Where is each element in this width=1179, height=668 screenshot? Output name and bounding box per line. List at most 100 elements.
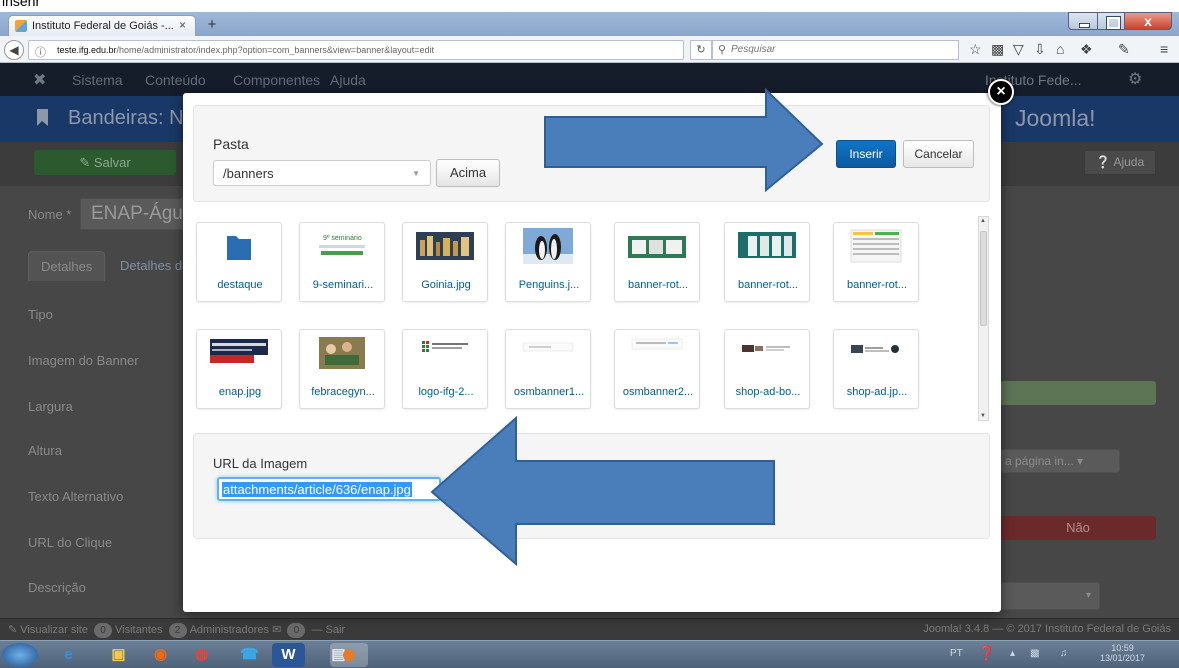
joomla-favicon-icon (15, 20, 27, 32)
status-left: ✎ Visualizar site 0 Visitantes 2 Administr… (8, 623, 346, 638)
start-button[interactable] (2, 643, 38, 667)
admins-label: Administradores (189, 624, 270, 636)
chevron-down-icon: ▼ (412, 169, 420, 178)
browser-tab[interactable]: Instituto Federal de Goiás -... × (8, 15, 196, 36)
insert-button[interactable]: Inserir (836, 140, 896, 168)
mail-icon: ✉ (272, 624, 282, 636)
media-item[interactable]: banner-rot... (614, 222, 700, 302)
media-item-destaque[interactable]: destaque (196, 222, 282, 302)
word-icon[interactable]: W (272, 643, 305, 667)
field-label-imagem: Imagem do Banner (28, 353, 139, 368)
logout-icon: — (311, 624, 323, 636)
joomla-brand: Joomla! (1015, 105, 1096, 131)
minimize-button[interactable] (1068, 12, 1098, 30)
folder-icon (227, 236, 251, 260)
banner-thumbnail (738, 232, 796, 258)
goiania-thumbnail (416, 232, 474, 260)
media-item-label: shop-ad-bo... (735, 386, 801, 398)
shop-ad-thumbnail (851, 345, 899, 353)
gear-icon[interactable]: ⚙ (1128, 69, 1142, 89)
media-player-icon[interactable]: ◉ (144, 643, 177, 667)
media-item-label: banner-rot... (847, 279, 907, 291)
downloads-icon[interactable]: ⇩ (1034, 41, 1046, 58)
info-icon[interactable]: ⓘ (35, 44, 46, 60)
media-item[interactable]: banner-rot... (724, 222, 810, 302)
media-item-label: shop-ad.jp... (846, 386, 908, 398)
chrome-icon[interactable]: ◍ (185, 643, 218, 667)
help-button[interactable]: ❔ Ajuda (1084, 150, 1156, 175)
scroll-up-icon[interactable]: ▲ (980, 218, 986, 224)
skype-icon[interactable]: ☎ (233, 643, 266, 667)
logo-ifg-thumbnail (422, 341, 468, 352)
menu-icon[interactable]: ≡ (1160, 41, 1168, 57)
pocket-icon[interactable]: ▽ (1013, 41, 1024, 58)
reading-list-icon[interactable]: ▩ (991, 41, 1004, 58)
media-item[interactable]: 9º seminário 9-seminari... (299, 222, 385, 302)
media-item[interactable]: shop-ad.jp... (833, 329, 919, 409)
status-bar-green[interactable] (1000, 381, 1156, 405)
category-select[interactable]: ▾ (1000, 582, 1100, 610)
media-item[interactable]: Goinia.jpg (402, 222, 488, 302)
menu-componentes[interactable]: Componentes (233, 72, 320, 88)
modal-close-button[interactable]: × (988, 79, 1014, 105)
media-item-label: banner-rot... (738, 279, 798, 291)
media-item[interactable]: Penguins.j... (505, 222, 591, 302)
media-item[interactable]: enap.jpg (196, 329, 282, 409)
tray-arrow-icon[interactable]: ▴ (1010, 648, 1015, 659)
joomla-logo-icon[interactable]: ✖ (33, 70, 46, 90)
folder-select[interactable]: /banners ▼ (213, 160, 431, 186)
menu-ajuda[interactable]: Ajuda (330, 72, 366, 88)
svg-text:9º seminário: 9º seminário (323, 235, 362, 242)
menu-conteudo[interactable]: Conteúdo (145, 72, 206, 88)
save-button[interactable]: ✎ Salvar (34, 150, 176, 175)
scrollbar-thumb[interactable] (980, 231, 987, 326)
maximize-button[interactable] (1097, 12, 1125, 30)
media-item[interactable]: febracegyn... (299, 329, 385, 409)
target-select[interactable]: a página in... ▾ (1000, 449, 1120, 473)
menu-sistema[interactable]: Sistema (72, 72, 123, 88)
logout-link[interactable]: Sair (326, 624, 346, 636)
firefox-icon[interactable]: ◉ (330, 643, 368, 667)
penguins-thumbnail (523, 228, 573, 264)
pen-icon[interactable]: ✎ (1118, 41, 1130, 58)
bookmark-star-icon[interactable]: ☆ (969, 41, 982, 58)
media-item[interactable]: banner-rot... (833, 222, 919, 302)
grid-scrollbar[interactable]: ▲ ▼ (978, 216, 989, 421)
no-toggle[interactable]: Não (1000, 516, 1156, 540)
media-item[interactable]: logo-ifg-2... (402, 329, 488, 409)
clock-time: 10:59 (1111, 643, 1134, 653)
language-indicator[interactable]: PT (950, 648, 963, 659)
clock[interactable]: 10:59 13/01/2017 (1100, 643, 1145, 663)
tab-close-icon[interactable]: × (179, 18, 186, 32)
scroll-down-icon[interactable]: ▼ (980, 413, 986, 419)
image-url-input[interactable]: attachments/article/636/enap.jpg (217, 477, 441, 501)
window-close-button[interactable]: x (1124, 12, 1172, 30)
media-item-label: enap.jpg (218, 386, 262, 398)
home-icon[interactable]: ⌂ (1056, 41, 1064, 57)
name-label: Nome * (28, 207, 72, 222)
folder-value: /banners (223, 166, 274, 181)
search-placeholder: Pesquisar (731, 44, 776, 55)
media-item[interactable]: shop-ad-bo... (724, 329, 810, 409)
back-button[interactable]: ◀ (4, 40, 24, 60)
network-icon[interactable]: ▩ (1030, 648, 1039, 659)
media-item[interactable]: osmbanner1... (505, 329, 591, 409)
tab-detalhes[interactable]: Detalhes (28, 251, 106, 281)
view-site-link[interactable]: Visualizar site (20, 624, 88, 636)
up-button[interactable]: Acima (436, 159, 500, 187)
explorer-icon[interactable]: ▣ (102, 643, 135, 667)
name-input[interactable]: ENAP-Águl (80, 198, 190, 230)
ie-icon[interactable]: e (52, 643, 85, 667)
tab-detalhes-banner[interactable]: Detalhes d (108, 251, 194, 281)
cancel-button[interactable]: Cancelar (903, 140, 974, 168)
new-tab-button[interactable]: + (201, 17, 223, 34)
search-box[interactable]: ⚲ Pesquisar (712, 40, 959, 60)
reload-button[interactable]: ↻ (690, 40, 712, 60)
volume-icon[interactable]: ♫ (1060, 648, 1068, 659)
media-item[interactable]: osmbanner2... (614, 329, 700, 409)
visitors-label: Visitantes (115, 624, 163, 636)
extension-icon[interactable]: ❖ (1080, 41, 1093, 58)
address-bar[interactable]: ⓘ teste.ifg.edu.br/home/administrator/in… (28, 40, 684, 60)
help-tray-icon[interactable]: ❓ (978, 645, 995, 662)
field-label-url: URL do Clique (28, 535, 113, 550)
